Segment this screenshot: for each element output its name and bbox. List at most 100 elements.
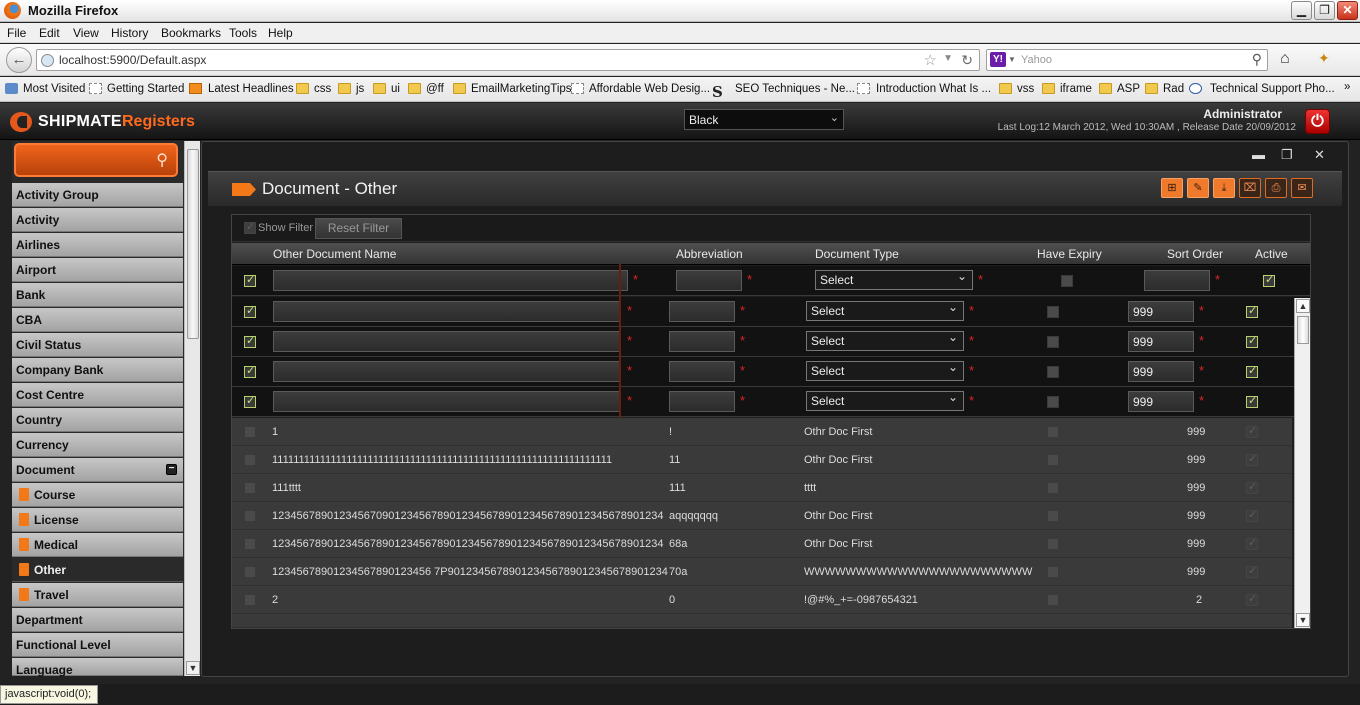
home-icon[interactable]: ⌂ — [1280, 50, 1290, 68]
row-select-checkbox[interactable] — [244, 426, 256, 438]
active-checkbox[interactable] — [1246, 364, 1258, 378]
sidebar-item-airlines[interactable]: Airlines — [12, 233, 183, 257]
sort-order-input[interactable]: 999 — [1128, 331, 1194, 352]
collapse-icon[interactable]: − — [166, 464, 177, 475]
add-record-icon[interactable]: ⊞ — [1161, 178, 1183, 198]
menu-history[interactable]: History — [111, 26, 148, 40]
row-select-checkbox[interactable] — [244, 454, 256, 466]
header-sort-order[interactable]: Sort Order — [1167, 247, 1223, 261]
extension-icon[interactable]: ✦ — [1318, 50, 1330, 67]
sidebar-item-activity-group[interactable]: Activity Group — [12, 183, 183, 207]
save-record-icon[interactable]: ⤓ — [1213, 178, 1235, 198]
header-document-type[interactable]: Document Type — [815, 247, 899, 261]
sidebar-subitem-other[interactable]: Other — [12, 558, 183, 582]
bookmark-most-visited[interactable]: Most Visited — [23, 83, 85, 95]
sidebar-item-language[interactable]: Language — [12, 658, 183, 677]
table-row[interactable]: 1111111111111111111111111111111111111111… — [232, 446, 1292, 474]
abbreviation-input[interactable] — [669, 361, 735, 382]
document-name-input[interactable] — [273, 361, 620, 382]
sidebar-item-cba[interactable]: CBA — [12, 308, 183, 332]
menu-tools[interactable]: Tools — [229, 26, 257, 40]
have-expiry-checkbox[interactable] — [1047, 366, 1059, 378]
active-checkbox[interactable] — [1246, 394, 1258, 408]
table-row[interactable]: 12345678901234567890123456 7P90123456789… — [232, 558, 1292, 586]
have-expiry-checkbox[interactable] — [1047, 306, 1059, 318]
search-bar[interactable]: Y! ▼ Yahoo ⚲ — [986, 49, 1268, 71]
power-icon[interactable]: ⏻ — [1305, 109, 1330, 134]
sidebar-item-bank[interactable]: Bank — [12, 283, 183, 307]
table-row[interactable]: 1234567890123456709012345678901234567890… — [232, 502, 1292, 530]
sort-order-input[interactable]: 999 — [1128, 391, 1194, 412]
url-bar[interactable]: localhost:5900/Default.aspx ☆ ▼ ↻ — [36, 49, 980, 71]
bookmark-star-icon[interactable]: ☆ — [924, 51, 937, 69]
sidebar-scrollbar[interactable]: ▼ — [184, 141, 200, 676]
row-select-checkbox[interactable] — [244, 334, 256, 348]
sidebar-item-currency[interactable]: Currency — [12, 433, 183, 457]
document-type-select[interactable]: Select — [806, 300, 964, 321]
panel-close-icon[interactable]: ✕ — [1314, 147, 1325, 163]
document-name-input[interactable] — [273, 301, 620, 322]
sidebar-item-functional-level[interactable]: Functional Level — [12, 633, 183, 657]
bookmark-iframe[interactable]: iframe — [1060, 83, 1092, 95]
abbreviation-input[interactable] — [669, 331, 735, 352]
table-row[interactable]: 1234567890123456789012345678901234567890… — [232, 530, 1292, 558]
reload-icon[interactable]: ↻ — [961, 52, 973, 69]
reset-filter-button[interactable]: Reset Filter — [315, 218, 402, 239]
header-other-document-name[interactable]: Other Document Name — [273, 247, 396, 261]
bookmark-technical-support[interactable]: Technical Support Pho... — [1210, 83, 1335, 95]
sidebar-item-document[interactable]: Document − — [12, 458, 183, 482]
table-row-partial[interactable] — [232, 614, 1292, 628]
grid-scrollbar[interactable]: ▲ ▼ — [1294, 298, 1310, 628]
scrollbar-thumb[interactable] — [187, 149, 199, 339]
delete-record-icon[interactable]: ⌧ — [1239, 178, 1261, 198]
row-select-checkbox[interactable] — [244, 566, 256, 578]
edit-record-icon[interactable]: ✎ — [1187, 178, 1209, 198]
url-dropdown-icon[interactable]: ▼ — [943, 53, 953, 64]
sidebar-subitem-license[interactable]: License — [12, 508, 183, 532]
menu-file[interactable]: File — [7, 26, 26, 40]
scroll-down-icon[interactable]: ▼ — [1296, 613, 1310, 627]
url-text[interactable]: localhost:5900/Default.aspx — [59, 53, 206, 67]
panel-minimize-icon[interactable]: ▬ — [1252, 147, 1265, 162]
table-row[interactable]: 1 ! Othr Doc First 999 — [232, 418, 1292, 446]
sidebar-item-company-bank[interactable]: Company Bank — [12, 358, 183, 382]
sidebar-subitem-course[interactable]: Course — [12, 483, 183, 507]
menu-bookmarks[interactable]: Bookmarks — [161, 26, 221, 40]
sort-order-input[interactable] — [1144, 270, 1210, 291]
row-select-checkbox[interactable] — [244, 482, 256, 494]
document-type-select[interactable]: Select — [806, 360, 964, 381]
bookmark-vss[interactable]: vss — [1017, 83, 1034, 95]
sidebar-subitem-medical[interactable]: Medical — [12, 533, 183, 557]
document-name-input[interactable] — [273, 331, 620, 352]
row-select-checkbox[interactable] — [244, 304, 256, 318]
sidebar-item-country[interactable]: Country — [12, 408, 183, 432]
scrollbar-thumb[interactable] — [1297, 316, 1309, 344]
row-select-checkbox[interactable] — [244, 538, 256, 550]
bookmark-getting-started[interactable]: Getting Started — [107, 83, 184, 95]
sidebar-item-cost-centre[interactable]: Cost Centre — [12, 383, 183, 407]
bookmark-affordable-web-design[interactable]: Affordable Web Desig... — [589, 83, 710, 95]
row-select-checkbox[interactable] — [244, 510, 256, 522]
bookmark-seo-techniques[interactable]: SEO Techniques - Ne... — [735, 83, 855, 95]
document-type-select[interactable]: Select — [806, 390, 964, 411]
abbreviation-input[interactable] — [669, 301, 735, 322]
search-icon[interactable]: ⚲ — [156, 150, 168, 170]
print-icon[interactable]: ⎙ — [1265, 178, 1287, 198]
scroll-down-icon[interactable]: ▼ — [186, 661, 200, 675]
close-window-button[interactable]: ✕ — [1337, 1, 1358, 20]
document-name-input[interactable] — [273, 391, 620, 412]
row-select-checkbox[interactable] — [244, 394, 256, 408]
bookmark-emailmarketingtips[interactable]: EmailMarketingTips — [471, 83, 572, 95]
theme-select[interactable]: Black ⌄ — [684, 109, 844, 130]
table-row[interactable]: 2 0 !@#%_+=-0987654321 2 — [232, 586, 1292, 614]
abbreviation-input[interactable] — [669, 391, 735, 412]
header-abbreviation[interactable]: Abbreviation — [676, 247, 743, 261]
sort-order-input[interactable]: 999 — [1128, 301, 1194, 322]
menu-edit[interactable]: Edit — [39, 26, 60, 40]
row-select-checkbox[interactable] — [244, 364, 256, 378]
menu-help[interactable]: Help — [268, 26, 293, 40]
header-active[interactable]: Active — [1255, 247, 1288, 261]
abbreviation-input[interactable] — [676, 270, 742, 291]
have-expiry-checkbox[interactable] — [1047, 336, 1059, 348]
search-engine-dropdown-icon[interactable]: ▼ — [1008, 55, 1016, 64]
